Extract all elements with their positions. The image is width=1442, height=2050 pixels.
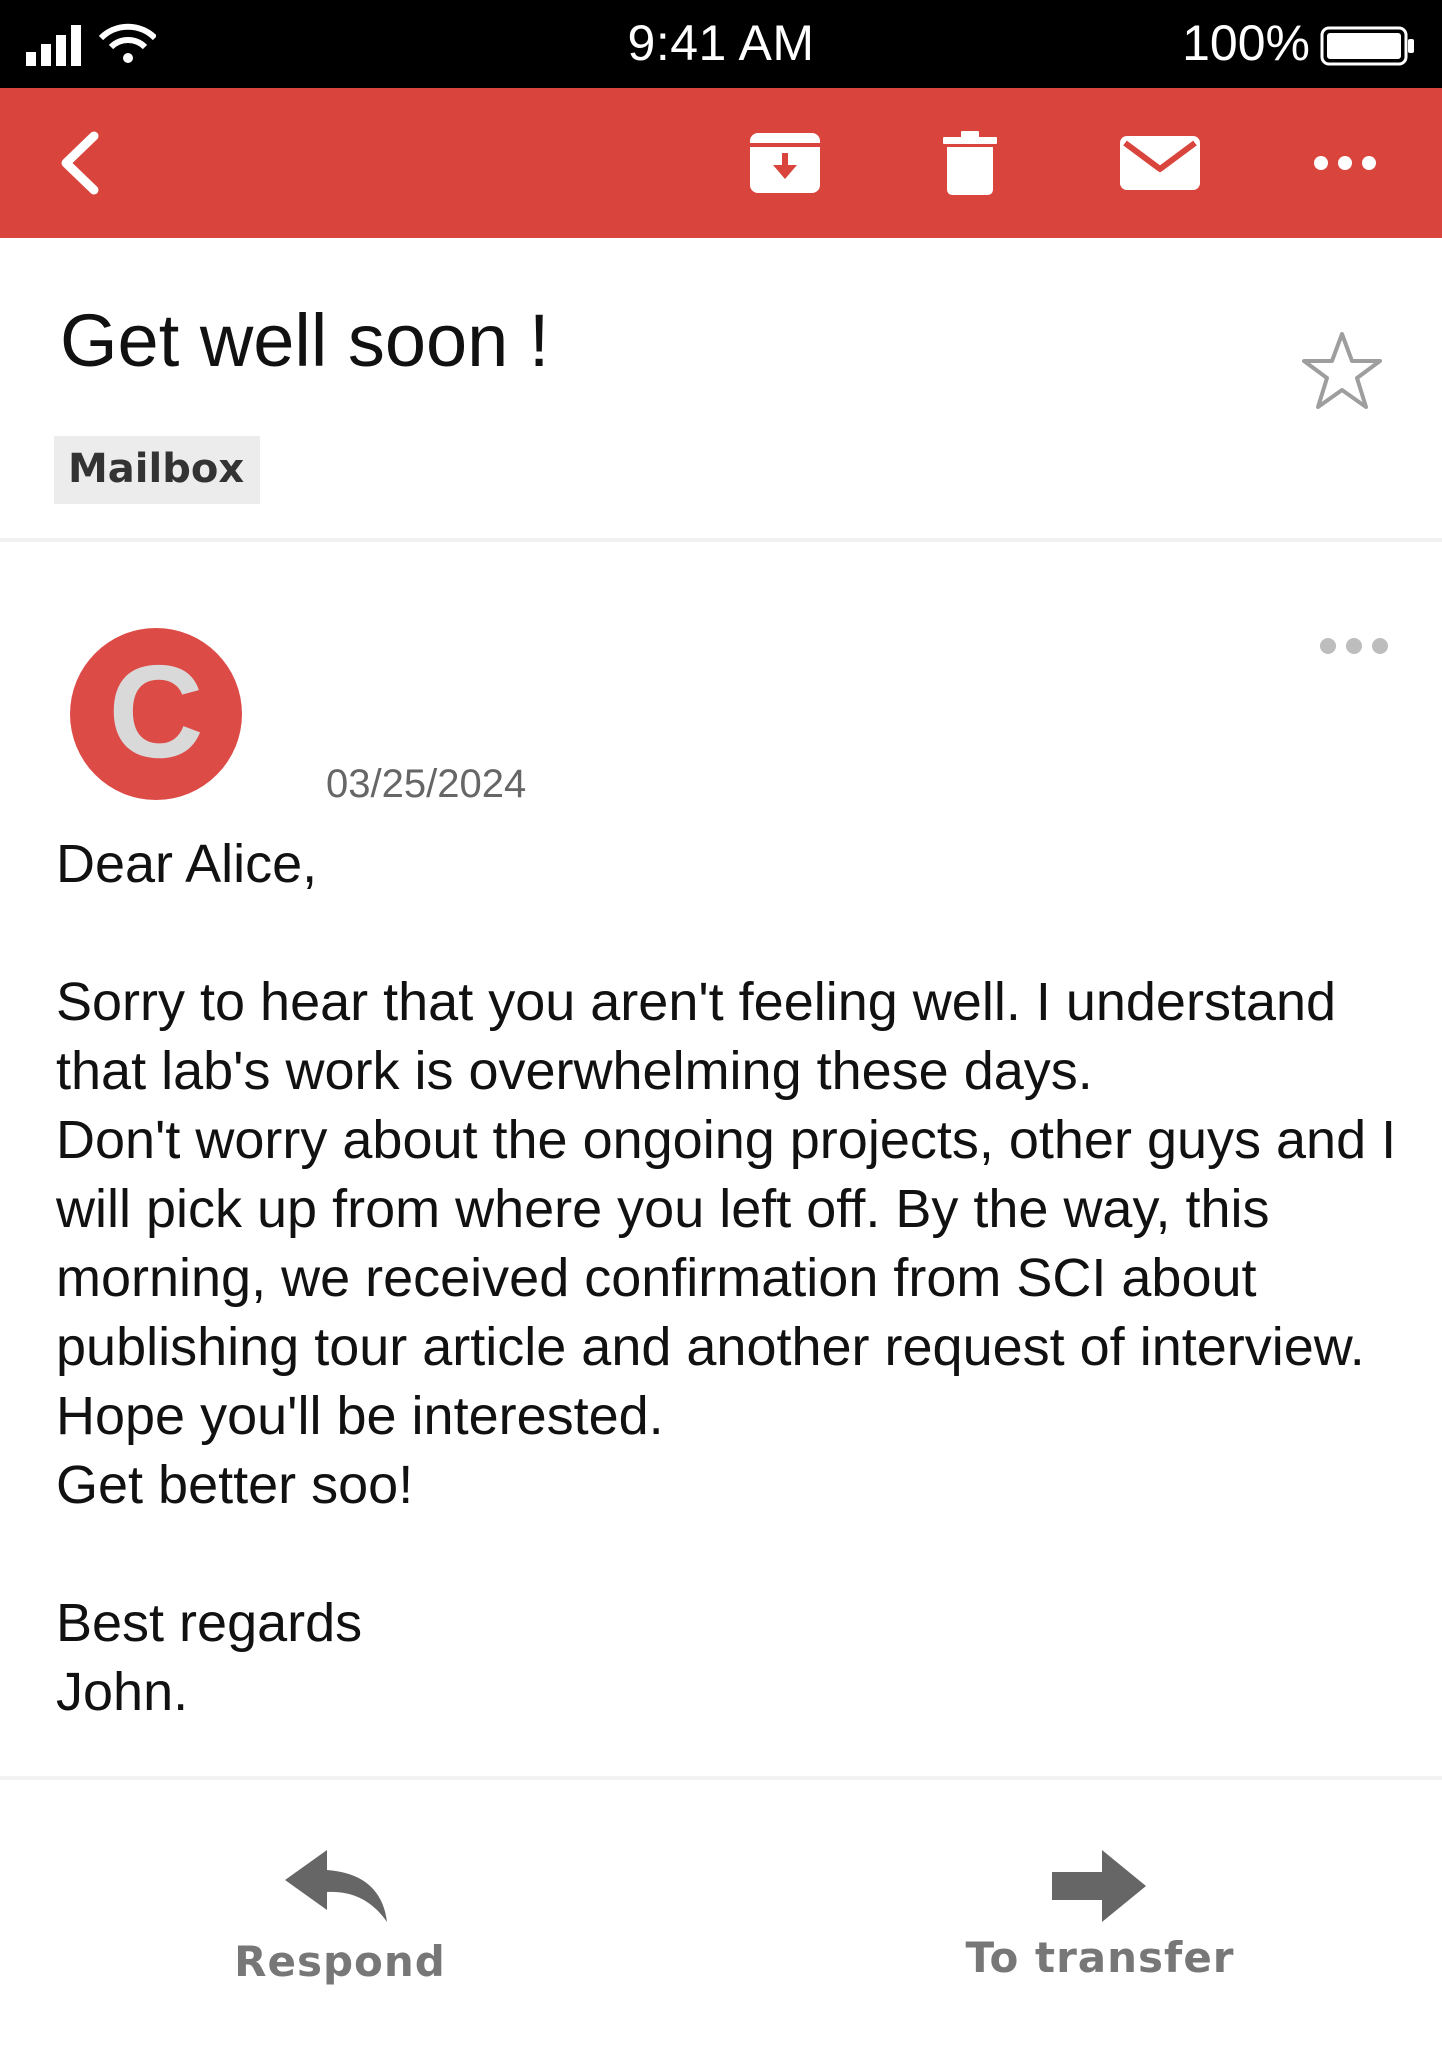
battery-icon: [1320, 26, 1416, 71]
sender-avatar[interactable]: C: [70, 628, 242, 800]
archive-button[interactable]: [740, 88, 830, 238]
more-options-button[interactable]: [1300, 88, 1390, 238]
body-paragraph: Get better soo!: [56, 1455, 414, 1515]
body-paragraph: Hope you'll be interested.: [56, 1386, 664, 1446]
reply-icon: [285, 1850, 387, 1922]
avatar-letter: C: [108, 638, 204, 785]
email-toolbar: [0, 88, 1442, 238]
closing: Best regards: [56, 1593, 363, 1653]
star-button[interactable]: [1300, 330, 1384, 419]
back-button[interactable]: [40, 88, 120, 238]
back-icon: [61, 131, 99, 195]
body-paragraph: Don't worry about the ongoing projects, …: [56, 1110, 1397, 1377]
signature: John.: [56, 1662, 189, 1722]
more-icon: [1314, 156, 1376, 170]
battery-percent: 100%: [1182, 15, 1310, 71]
message-more-button[interactable]: [1318, 636, 1390, 661]
forward-button[interactable]: To transfer: [960, 1850, 1240, 1982]
archive-icon: [750, 133, 820, 193]
email-subject: Get well soon !: [60, 299, 550, 382]
respond-label: Respond: [234, 1937, 446, 1986]
trash-icon: [943, 131, 997, 195]
greeting: Dear Alice,: [56, 834, 318, 894]
transfer-label: To transfer: [965, 1933, 1235, 1982]
respond-button[interactable]: Respond: [220, 1850, 460, 1986]
message-body: Dear Alice, Sorry to hear that you aren'…: [56, 830, 1426, 1727]
star-icon: [1302, 332, 1382, 409]
mail-icon: [1120, 136, 1200, 190]
body-paragraph: Sorry to hear that you aren't feeling we…: [56, 972, 1337, 1101]
header-divider: [0, 538, 1442, 542]
message-date: 03/25/2024: [326, 762, 527, 806]
status-bar: 9:41 AM 100%: [0, 0, 1442, 88]
footer-divider: [0, 1776, 1442, 1780]
mark-unread-button[interactable]: [1110, 88, 1210, 238]
more-icon: [1320, 638, 1388, 654]
delete-button[interactable]: [930, 88, 1010, 238]
forward-icon: [1052, 1850, 1146, 1922]
mailbox-label[interactable]: Mailbox: [54, 436, 261, 504]
